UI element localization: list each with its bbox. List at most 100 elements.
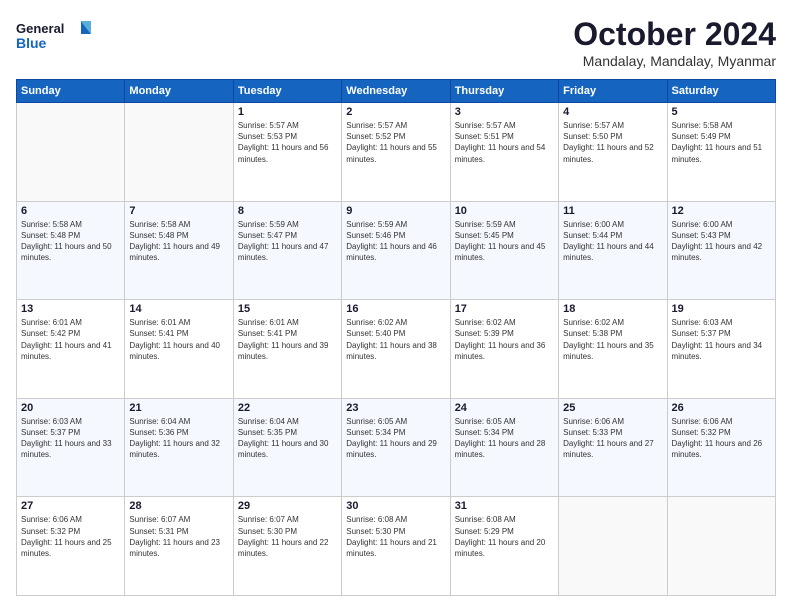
calendar-cell: 11Sunrise: 6:00 AM Sunset: 5:44 PM Dayli…: [559, 201, 667, 300]
header: General Blue October 2024 Mandalay, Mand…: [16, 16, 776, 69]
calendar-cell: 25Sunrise: 6:06 AM Sunset: 5:33 PM Dayli…: [559, 398, 667, 497]
calendar-cell: 20 Sunrise: 6:03 AM Sunset: 5:37 PM Dayli…: [17, 398, 125, 497]
calendar-cell: 13 Sunrise: 6:01 AM Sunset: 5:42 PM Dayli…: [17, 300, 125, 399]
day-info: Sunrise: 5:57 AM Sunset: 5:52 PM Dayligh…: [346, 120, 445, 165]
calendar-cell: 14Sunrise: 6:01 AM Sunset: 5:41 PM Dayli…: [125, 300, 233, 399]
calendar-cell: 9 Sunrise: 5:59 AM Sunset: 5:46 PM Daylig…: [342, 201, 450, 300]
day-info: Sunrise: 6:00 AM Sunset: 5:43 PM Dayligh…: [672, 219, 771, 264]
day-number: 24: [455, 402, 554, 414]
calendar-cell: 26 Sunrise: 6:06 AM Sunset: 5:32 PM Dayli…: [667, 398, 775, 497]
calendar-cell: 2 Sunrise: 5:57 AM Sunset: 5:52 PM Daylig…: [342, 103, 450, 202]
title-section: October 2024 Mandalay, Mandalay, Myanmar: [573, 16, 776, 69]
day-number: 30: [346, 500, 445, 512]
day-number: 6: [21, 205, 120, 217]
calendar-cell: 28 Sunrise: 6:07 AM Sunset: 5:31 PM Dayli…: [125, 497, 233, 596]
day-info: Sunrise: 5:59 AM Sunset: 5:46 PM Dayligh…: [346, 219, 445, 264]
day-info: Sunrise: 6:02 AM Sunset: 5:38 PM Dayligh…: [563, 317, 662, 362]
calendar-cell: 18 Sunrise: 6:02 AM Sunset: 5:38 PM Dayli…: [559, 300, 667, 399]
logo-svg: General Blue: [16, 16, 96, 56]
day-info: Sunrise: 6:07 AM Sunset: 5:30 PM Dayligh…: [238, 514, 337, 559]
calendar-cell: 27 Sunrise: 6:06 AM Sunset: 5:32 PM Dayli…: [17, 497, 125, 596]
day-number: 3: [455, 106, 554, 118]
day-number: 14: [129, 303, 228, 315]
day-info: Sunrise: 5:59 AM Sunset: 5:47 PM Dayligh…: [238, 219, 337, 264]
day-number: 18: [563, 303, 662, 315]
calendar-cell: 24 Sunrise: 6:05 AM Sunset: 5:34 PM Dayli…: [450, 398, 558, 497]
day-info: Sunrise: 6:04 AM Sunset: 5:36 PM Dayligh…: [129, 416, 228, 461]
day-number: 7: [129, 205, 228, 217]
day-number: 8: [238, 205, 337, 217]
day-number: 2: [346, 106, 445, 118]
day-number: 4: [563, 106, 662, 118]
day-number: 22: [238, 402, 337, 414]
day-number: 31: [455, 500, 554, 512]
day-number: 27: [21, 500, 120, 512]
calendar-cell: 1 Sunrise: 5:57 AM Sunset: 5:53 PM Daylig…: [233, 103, 341, 202]
calendar-week-2: 6 Sunrise: 5:58 AM Sunset: 5:48 PM Daylig…: [17, 201, 776, 300]
day-info: Sunrise: 6:08 AM Sunset: 5:30 PM Dayligh…: [346, 514, 445, 559]
day-info: Sunrise: 6:06 AM Sunset: 5:32 PM Dayligh…: [672, 416, 771, 461]
calendar-cell: 21 Sunrise: 6:04 AM Sunset: 5:36 PM Dayli…: [125, 398, 233, 497]
day-number: 20: [21, 402, 120, 414]
day-number: 16: [346, 303, 445, 315]
calendar-cell: 22Sunrise: 6:04 AM Sunset: 5:35 PM Dayli…: [233, 398, 341, 497]
day-info: Sunrise: 6:01 AM Sunset: 5:42 PM Dayligh…: [21, 317, 120, 362]
day-number: 1: [238, 106, 337, 118]
calendar-cell: 6Sunrise: 5:58 AM Sunset: 5:48 PM Daylig…: [17, 201, 125, 300]
day-number: 28: [129, 500, 228, 512]
day-info: Sunrise: 5:58 AM Sunset: 5:49 PM Dayligh…: [672, 120, 771, 165]
calendar-header-sunday: Sunday: [17, 80, 125, 103]
day-number: 19: [672, 303, 771, 315]
calendar-cell: 17 Sunrise: 6:02 AM Sunset: 5:39 PM Dayli…: [450, 300, 558, 399]
calendar-header-saturday: Saturday: [667, 80, 775, 103]
day-info: Sunrise: 5:57 AM Sunset: 5:51 PM Dayligh…: [455, 120, 554, 165]
calendar-cell: [17, 103, 125, 202]
day-number: 11: [563, 205, 662, 217]
calendar-cell: 31Sunrise: 6:08 AM Sunset: 5:29 PM Dayli…: [450, 497, 558, 596]
day-number: 13: [21, 303, 120, 315]
day-info: Sunrise: 6:07 AM Sunset: 5:31 PM Dayligh…: [129, 514, 228, 559]
day-info: Sunrise: 6:02 AM Sunset: 5:40 PM Dayligh…: [346, 317, 445, 362]
day-number: 12: [672, 205, 771, 217]
calendar-cell: 3 Sunrise: 5:57 AM Sunset: 5:51 PM Daylig…: [450, 103, 558, 202]
calendar-cell: 16 Sunrise: 6:02 AM Sunset: 5:40 PM Dayli…: [342, 300, 450, 399]
calendar-cell: 29Sunrise: 6:07 AM Sunset: 5:30 PM Dayli…: [233, 497, 341, 596]
day-info: Sunrise: 5:58 AM Sunset: 5:48 PM Dayligh…: [129, 219, 228, 264]
day-info: Sunrise: 6:06 AM Sunset: 5:33 PM Dayligh…: [563, 416, 662, 461]
day-info: Sunrise: 6:06 AM Sunset: 5:32 PM Dayligh…: [21, 514, 120, 559]
day-info: Sunrise: 6:05 AM Sunset: 5:34 PM Dayligh…: [346, 416, 445, 461]
month-title: October 2024: [573, 16, 776, 53]
calendar: SundayMondayTuesdayWednesdayThursdayFrid…: [16, 79, 776, 596]
calendar-cell: 8 Sunrise: 5:59 AM Sunset: 5:47 PM Daylig…: [233, 201, 341, 300]
calendar-header-monday: Monday: [125, 80, 233, 103]
calendar-cell: 7 Sunrise: 5:58 AM Sunset: 5:48 PM Daylig…: [125, 201, 233, 300]
calendar-cell: 5 Sunrise: 5:58 AM Sunset: 5:49 PM Daylig…: [667, 103, 775, 202]
day-number: 17: [455, 303, 554, 315]
logo: General Blue: [16, 16, 96, 56]
calendar-cell: 19 Sunrise: 6:03 AM Sunset: 5:37 PM Dayli…: [667, 300, 775, 399]
day-info: Sunrise: 6:02 AM Sunset: 5:39 PM Dayligh…: [455, 317, 554, 362]
day-info: Sunrise: 6:05 AM Sunset: 5:34 PM Dayligh…: [455, 416, 554, 461]
day-info: Sunrise: 6:03 AM Sunset: 5:37 PM Dayligh…: [672, 317, 771, 362]
calendar-cell: 30 Sunrise: 6:08 AM Sunset: 5:30 PM Dayli…: [342, 497, 450, 596]
day-number: 15: [238, 303, 337, 315]
page: General Blue October 2024 Mandalay, Mand…: [0, 0, 792, 612]
svg-text:Blue: Blue: [16, 35, 47, 51]
calendar-week-5: 27 Sunrise: 6:06 AM Sunset: 5:32 PM Dayli…: [17, 497, 776, 596]
day-info: Sunrise: 6:03 AM Sunset: 5:37 PM Dayligh…: [21, 416, 120, 461]
day-number: 9: [346, 205, 445, 217]
day-info: Sunrise: 5:57 AM Sunset: 5:53 PM Dayligh…: [238, 120, 337, 165]
day-number: 5: [672, 106, 771, 118]
calendar-header-row: SundayMondayTuesdayWednesdayThursdayFrid…: [17, 80, 776, 103]
calendar-week-4: 20 Sunrise: 6:03 AM Sunset: 5:37 PM Dayli…: [17, 398, 776, 497]
calendar-week-1: 1 Sunrise: 5:57 AM Sunset: 5:53 PM Daylig…: [17, 103, 776, 202]
calendar-cell: [125, 103, 233, 202]
day-number: 21: [129, 402, 228, 414]
calendar-header-thursday: Thursday: [450, 80, 558, 103]
day-info: Sunrise: 6:01 AM Sunset: 5:41 PM Dayligh…: [238, 317, 337, 362]
day-number: 10: [455, 205, 554, 217]
calendar-header-wednesday: Wednesday: [342, 80, 450, 103]
location: Mandalay, Mandalay, Myanmar: [573, 53, 776, 69]
day-number: 26: [672, 402, 771, 414]
calendar-cell: 12 Sunrise: 6:00 AM Sunset: 5:43 PM Dayli…: [667, 201, 775, 300]
